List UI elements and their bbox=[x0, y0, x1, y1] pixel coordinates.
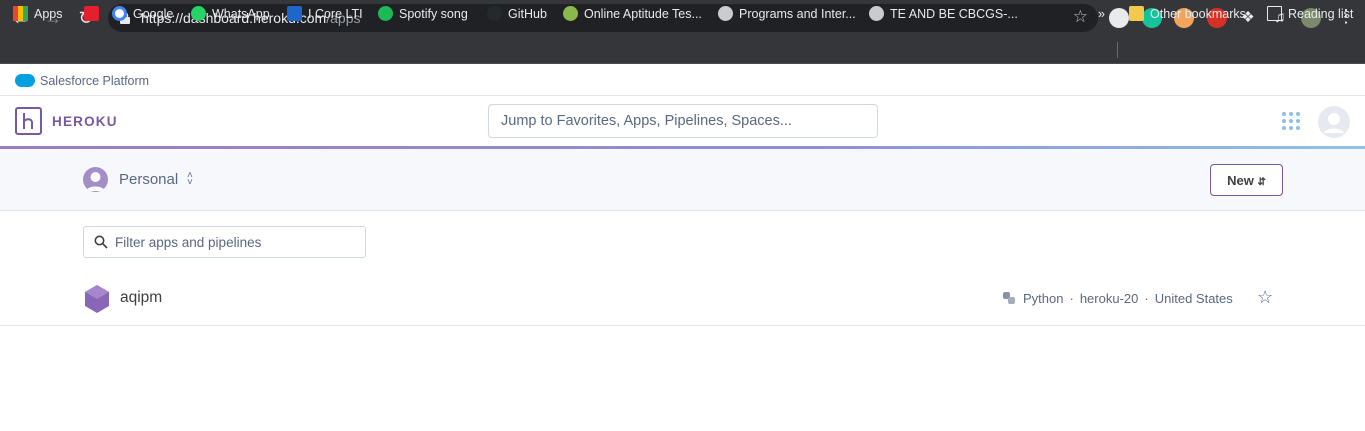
salesforce-cloud-icon bbox=[15, 74, 35, 87]
bookmark-vi[interactable] bbox=[84, 5, 105, 23]
team-name[interactable]: Personal bbox=[119, 171, 178, 188]
bookmark-programs[interactable]: Programs and Inter... bbox=[718, 5, 856, 23]
bookmark-icore[interactable]: I Core LTI bbox=[287, 5, 363, 23]
salesforce-bar: Salesforce Platform bbox=[0, 64, 1365, 96]
spotify-icon bbox=[378, 6, 393, 21]
app-region: United States bbox=[1154, 291, 1233, 306]
app-hexagon-icon bbox=[85, 285, 109, 313]
search-input[interactable] bbox=[488, 104, 878, 138]
bookmarks-divider bbox=[1117, 42, 1118, 58]
separator-dot: · bbox=[1144, 291, 1149, 306]
apps-grid-icon[interactable] bbox=[1282, 112, 1300, 130]
github-icon bbox=[487, 6, 502, 21]
vi-icon bbox=[84, 6, 99, 21]
heroku-wordmark[interactable]: HEROKU bbox=[52, 114, 118, 129]
personal-avatar-icon[interactable] bbox=[83, 167, 108, 192]
separator-dot: · bbox=[1069, 291, 1074, 306]
bookmark-google[interactable]: Google bbox=[112, 5, 173, 23]
app-meta: Python · heroku-20 · United States bbox=[1002, 291, 1233, 306]
filter-field[interactable] bbox=[83, 226, 366, 258]
apps-grid-icon bbox=[13, 6, 28, 21]
app-language: Python bbox=[1023, 291, 1064, 306]
bookmark-whatsapp[interactable]: WhatsApp bbox=[191, 5, 270, 23]
filter-input[interactable] bbox=[115, 227, 360, 257]
globe-icon bbox=[869, 6, 884, 21]
bookmarks-bar bbox=[0, 36, 1365, 64]
reading-list[interactable]: Reading list bbox=[1267, 5, 1353, 23]
bookmark-star-icon[interactable]: ☆ bbox=[1073, 7, 1088, 27]
bookmark-apps[interactable]: Apps bbox=[13, 5, 63, 23]
python-icon bbox=[1003, 292, 1015, 304]
chevron-updown-icon[interactable]: ˄ ˅ bbox=[187, 171, 193, 188]
app-name[interactable]: aqipm bbox=[120, 289, 162, 307]
bookmark-aptitude[interactable]: Online Aptitude Tes... bbox=[563, 5, 702, 23]
app-stack: heroku-20 bbox=[1079, 291, 1139, 306]
icore-icon bbox=[287, 6, 302, 21]
app-row[interactable]: aqipm Python · heroku-20 · United States ☆ bbox=[0, 272, 1365, 326]
salesforce-label: Salesforce Platform bbox=[40, 74, 150, 88]
user-avatar[interactable] bbox=[1318, 106, 1350, 138]
globe-icon bbox=[718, 6, 733, 21]
folder-icon bbox=[1129, 6, 1144, 21]
chevron-updown-icon: ⇵ bbox=[1257, 176, 1266, 188]
bookmark-github[interactable]: GitHub bbox=[487, 5, 547, 23]
reading-list-icon bbox=[1267, 6, 1282, 21]
search-icon bbox=[94, 235, 108, 249]
team-switcher-bar: Personal ˄ ˅ New ⇵ bbox=[0, 149, 1365, 211]
leaf-icon bbox=[563, 6, 578, 21]
other-bookmarks[interactable]: Other bookmarks bbox=[1129, 5, 1246, 23]
new-button[interactable]: New ⇵ bbox=[1210, 164, 1283, 196]
whatsapp-icon bbox=[191, 6, 206, 21]
bookmark-spotify[interactable]: Spotify song bbox=[378, 5, 468, 23]
heroku-logo-icon[interactable] bbox=[15, 107, 42, 135]
bookmarks-overflow-button[interactable]: » bbox=[1098, 5, 1105, 23]
favorite-star-icon[interactable]: ☆ bbox=[1257, 287, 1273, 308]
google-icon bbox=[112, 6, 127, 21]
heroku-header: HEROKU bbox=[0, 96, 1365, 146]
bookmark-te-be[interactable]: TE AND BE CBCGS-... bbox=[869, 5, 1018, 23]
extension-icon[interactable] bbox=[1109, 8, 1129, 28]
new-button-label: New bbox=[1227, 172, 1254, 188]
